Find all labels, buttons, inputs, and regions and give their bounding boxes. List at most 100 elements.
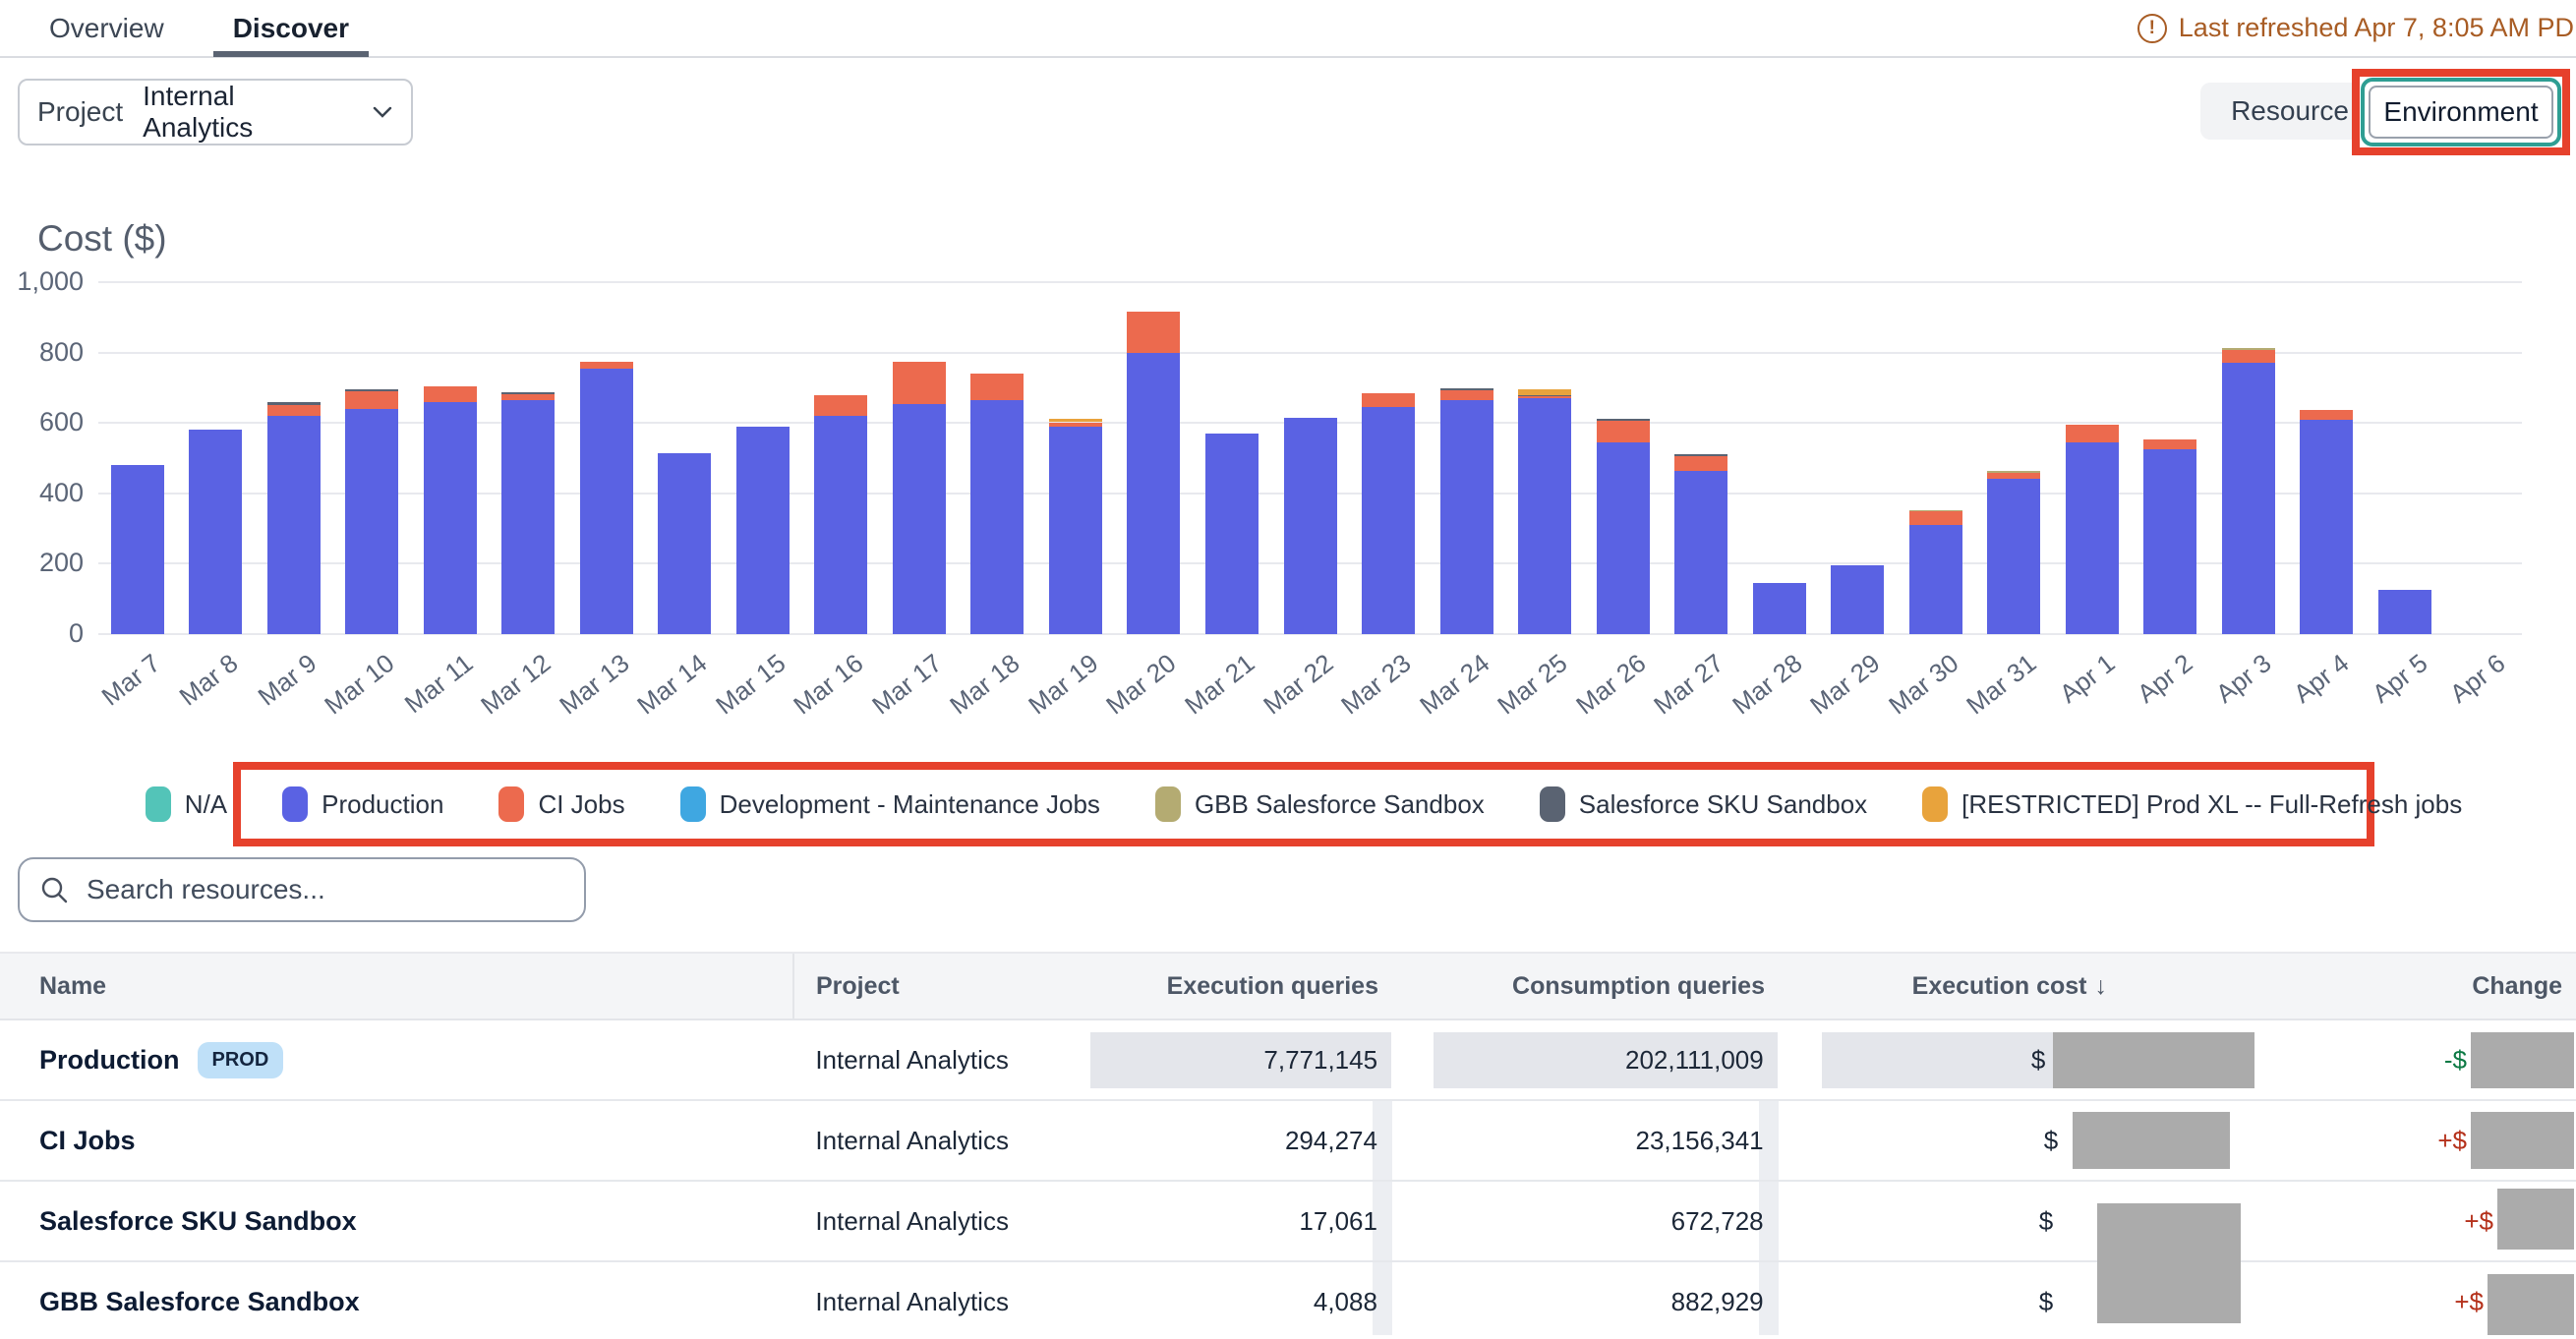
redaction-block	[2053, 1032, 2254, 1088]
execution-queries-cell: 4,088	[1090, 1287, 1391, 1317]
legend-swatch	[680, 786, 706, 822]
bar-segment	[1049, 427, 1102, 634]
bar-segment	[2143, 439, 2196, 449]
bar-segment	[1205, 434, 1259, 634]
bar[interactable]	[2378, 282, 2431, 634]
bar[interactable]	[1987, 282, 2040, 634]
column-header-project[interactable]: Project	[792, 972, 1091, 1001]
bar[interactable]	[1205, 282, 1259, 634]
project-filter-dropdown[interactable]: Project Internal Analytics	[18, 79, 413, 146]
bar[interactable]	[1674, 282, 1727, 634]
bar[interactable]	[111, 282, 164, 634]
legend-swatch	[146, 786, 171, 822]
bar[interactable]	[580, 282, 633, 634]
search-box	[18, 857, 586, 922]
x-axis-label: Apr 2	[2087, 648, 2199, 744]
x-axis-label: Mar 15	[679, 648, 791, 744]
search-input[interactable]	[85, 873, 564, 906]
bar[interactable]	[814, 282, 867, 634]
chart-title: Cost ($)	[37, 218, 167, 260]
bar-segment	[2378, 590, 2431, 634]
project-filter-label: Project	[37, 96, 123, 128]
bar-segment	[189, 430, 242, 634]
bar[interactable]	[1127, 282, 1180, 634]
y-axis-label: 200	[5, 548, 84, 578]
bar-segment	[345, 391, 398, 409]
legend-item[interactable]: [RESTRICTED] Prod XL -- Full-Refresh job…	[1922, 786, 2462, 822]
bar[interactable]	[1362, 282, 1415, 634]
bar-segment	[267, 402, 321, 405]
table-row[interactable]: CI JobsInternal Analytics294,27423,156,3…	[0, 1101, 2576, 1182]
change-cell: +$	[2254, 1112, 2574, 1169]
prod-badge: PROD	[198, 1042, 284, 1078]
x-axis-label: Apr 1	[2009, 648, 2121, 744]
bar-segment	[2222, 350, 2275, 364]
tab-discover[interactable]: Discover	[213, 1, 369, 55]
column-header-execution-cost[interactable]: Execution cost ↓	[1779, 972, 2256, 1001]
change-prefix: +$	[2437, 1126, 2467, 1156]
execution-cost-header-label: Execution cost	[1912, 972, 2087, 1001]
tab-overview[interactable]: Overview	[29, 1, 184, 55]
legend-label: N/A	[185, 789, 227, 820]
bar-segment	[1284, 418, 1337, 634]
bar[interactable]	[2066, 282, 2119, 634]
table-row[interactable]: Salesforce SKU SandboxInternal Analytics…	[0, 1182, 2576, 1262]
bar[interactable]	[2300, 282, 2353, 634]
legend-item[interactable]: GBB Salesforce Sandbox	[1155, 786, 1485, 822]
bar-segment	[1674, 454, 1727, 456]
bar[interactable]	[189, 282, 242, 634]
bar[interactable]	[2456, 282, 2509, 634]
sort-desc-icon[interactable]: ↓	[2095, 972, 2108, 1001]
bar[interactable]	[1284, 282, 1337, 634]
table-row[interactable]: ProductionPRODInternal Analytics7,771,14…	[0, 1020, 2576, 1101]
table-row[interactable]: GBB Salesforce SandboxInternal Analytics…	[0, 1262, 2576, 1339]
view-toggle-environment[interactable]: Environment	[2369, 86, 2553, 139]
currency-symbol: $	[2039, 1206, 2053, 1237]
legend-swatch	[1922, 786, 1948, 822]
y-axis-label: 400	[5, 478, 84, 508]
bar[interactable]	[1518, 282, 1571, 634]
bar[interactable]	[345, 282, 398, 634]
bar-segment	[424, 402, 477, 634]
bar[interactable]	[970, 282, 1024, 634]
column-header-name[interactable]: Name	[0, 972, 792, 1001]
bar-segment	[1049, 423, 1102, 427]
bar[interactable]	[1909, 282, 1962, 634]
legend-item[interactable]: CI Jobs	[498, 786, 624, 822]
legend-item[interactable]: N/A	[146, 786, 227, 822]
bar[interactable]	[736, 282, 790, 634]
bar[interactable]	[1831, 282, 1884, 634]
bar[interactable]	[267, 282, 321, 634]
redaction-block	[2097, 1258, 2241, 1323]
project-cell: Internal Analytics	[791, 1287, 1090, 1317]
bar[interactable]	[893, 282, 946, 634]
x-axis-label: Mar 31	[1931, 648, 2043, 744]
bar[interactable]	[1597, 282, 1650, 634]
execution-queries-cell: 17,061	[1090, 1206, 1391, 1237]
bar[interactable]	[2143, 282, 2196, 634]
redaction-block	[2073, 1112, 2230, 1169]
legend-item[interactable]: Development - Maintenance Jobs	[680, 786, 1100, 822]
column-header-change[interactable]: Change	[2256, 972, 2576, 1001]
bar[interactable]	[424, 282, 477, 634]
bar[interactable]	[1753, 282, 1806, 634]
legend-item[interactable]: Production	[282, 786, 443, 822]
consumption-queries-cell: 882,929	[1391, 1287, 1778, 1317]
bar[interactable]	[1049, 282, 1102, 634]
bar[interactable]	[658, 282, 711, 634]
bar-segment	[1049, 419, 1102, 423]
x-axis-label: Mar 30	[1852, 648, 1964, 744]
bar-segment	[1597, 419, 1650, 421]
column-header-execution-queries[interactable]: Execution queries	[1091, 972, 1392, 1001]
column-header-consumption-queries[interactable]: Consumption queries	[1392, 972, 1779, 1001]
bar[interactable]	[1440, 282, 1493, 634]
legend-annotation-box: N/AProductionCI JobsDevelopment - Mainte…	[233, 762, 2374, 846]
bar-segment	[1674, 471, 1727, 634]
last-refreshed-status: ! Last refreshed Apr 7, 8:05 AM PD	[2137, 0, 2576, 56]
legend-item[interactable]: Salesforce SKU Sandbox	[1540, 786, 1867, 822]
x-axis-label: Mar 27	[1618, 648, 1730, 744]
bar[interactable]	[2222, 282, 2275, 634]
environment-highlight-ring: Environment	[2361, 78, 2561, 146]
name-cell: Salesforce SKU Sandbox	[0, 1206, 791, 1237]
bar[interactable]	[501, 282, 555, 634]
